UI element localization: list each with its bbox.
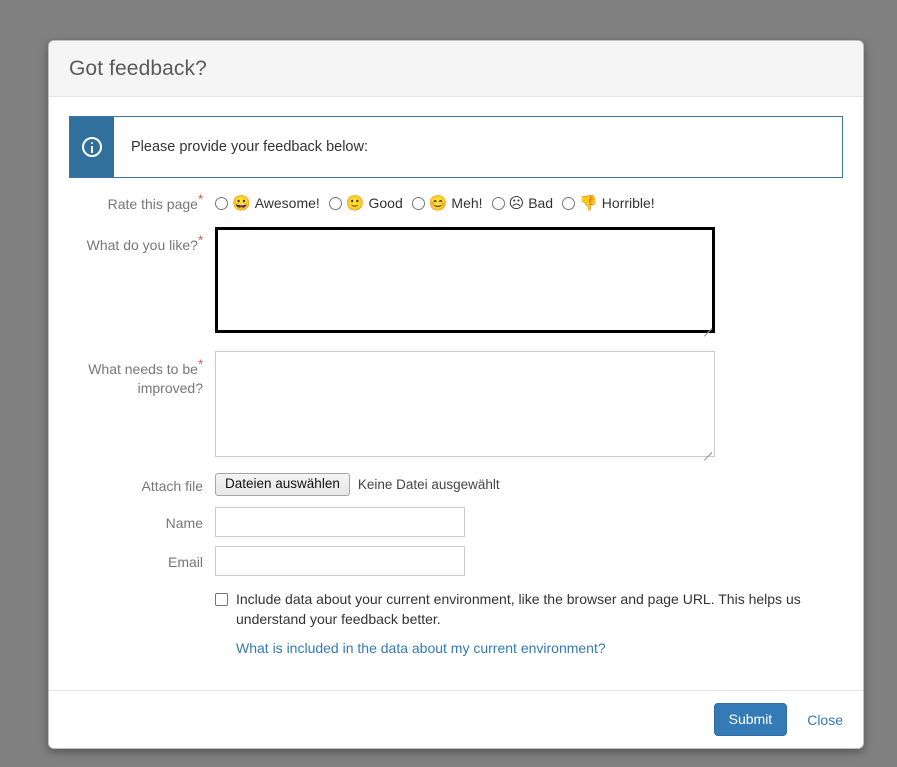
rating-control: 😀 Awesome! 🙂 Good 😊 Meh! (215, 194, 843, 214)
email-control (215, 546, 843, 576)
radio-icon-bad[interactable] (492, 197, 505, 210)
improve-label-line1: What needs to be (88, 361, 198, 377)
environment-spacer-label (69, 589, 215, 656)
environment-row: Include data about your current environm… (69, 589, 843, 656)
info-circle-icon (82, 137, 102, 157)
name-input[interactable] (215, 507, 465, 537)
like-textarea-wrapper (215, 227, 715, 333)
attach-file-row: Attach file Dateien auswählen Keine Date… (69, 473, 843, 496)
name-label: Name (69, 507, 215, 537)
modal-header: Got feedback? (49, 41, 863, 97)
info-alert-icon-container (70, 117, 114, 177)
like-row: What do you like?* (69, 227, 843, 333)
feedback-modal: Got feedback? Please provide your feedba… (48, 40, 864, 749)
info-alert-message: Please provide your feedback below: (114, 117, 368, 177)
like-control (215, 227, 843, 333)
page-title: Got feedback? (69, 56, 207, 81)
file-selection-status: Keine Datei ausgewählt (358, 477, 500, 492)
environment-checkbox-label: Include data about your current environm… (236, 589, 816, 629)
attach-file-control: Dateien auswählen Keine Datei ausgewählt (215, 473, 843, 496)
environment-info-link[interactable]: What is included in the data about my cu… (236, 640, 606, 656)
rating-options-group: 😀 Awesome! 🙂 Good 😊 Meh! (215, 194, 843, 213)
radio-icon-awesome[interactable] (215, 197, 228, 210)
improve-textarea[interactable] (215, 351, 715, 457)
rating-label: Rate this page* (69, 194, 215, 214)
rating-option-meh[interactable]: 😊 Meh! (412, 194, 483, 213)
rating-option-label-horrible: Horrible! (602, 194, 655, 213)
info-alert: Please provide your feedback below: (69, 116, 843, 178)
rating-option-label-bad: Bad (528, 194, 553, 213)
radio-icon-meh[interactable] (412, 197, 425, 210)
thumbs-down-icon: 👎 (579, 196, 598, 211)
choose-files-button[interactable]: Dateien auswählen (215, 473, 350, 496)
improve-label: What needs to be* improved? (69, 351, 215, 457)
rating-option-label-meh: Meh! (451, 194, 482, 213)
rating-option-good[interactable]: 🙂 Good (329, 194, 403, 213)
environment-control: Include data about your current environm… (215, 589, 843, 656)
rating-option-bad[interactable]: ☹ Bad (492, 194, 554, 213)
rating-option-label-awesome: Awesome! (255, 194, 320, 213)
improve-label-line2: improved? (138, 380, 203, 396)
smiling-face-icon: 🙂 (346, 196, 365, 211)
email-label: Email (69, 546, 215, 576)
like-textarea[interactable] (215, 227, 715, 333)
name-row: Name (69, 507, 843, 537)
name-control (215, 507, 843, 537)
rating-option-horrible[interactable]: 👎 Horrible! (562, 194, 655, 213)
email-input[interactable] (215, 546, 465, 576)
slightly-smiling-face-icon: 😊 (429, 196, 448, 211)
like-label-text: What do you like? (87, 237, 198, 253)
improve-required-marker: * (198, 356, 203, 371)
checkbox-icon-environment[interactable] (215, 593, 228, 606)
email-row: Email (69, 546, 843, 576)
submit-button[interactable]: Submit (714, 703, 788, 736)
like-required-marker: * (198, 232, 203, 247)
rating-option-awesome[interactable]: 😀 Awesome! (215, 194, 320, 213)
file-input-line: Dateien auswählen Keine Datei ausgewählt (215, 473, 843, 496)
close-button[interactable]: Close (807, 712, 843, 728)
rating-label-text: Rate this page (108, 196, 198, 212)
improve-control (215, 351, 843, 457)
modal-footer: Submit Close (49, 690, 863, 748)
rating-required-marker: * (198, 191, 203, 206)
environment-checkbox-row[interactable]: Include data about your current environm… (215, 589, 843, 629)
environment-link-row: What is included in the data about my cu… (215, 640, 843, 656)
like-label: What do you like?* (69, 227, 215, 333)
frowning-face-icon: ☹ (509, 196, 525, 211)
rating-option-label-good: Good (368, 194, 402, 213)
improve-textarea-wrapper (215, 351, 715, 457)
radio-icon-horrible[interactable] (562, 197, 575, 210)
grinning-face-icon: 😀 (232, 196, 251, 211)
attach-file-label: Attach file (69, 473, 215, 496)
improve-row: What needs to be* improved? (69, 351, 843, 457)
modal-body: Please provide your feedback below: Rate… (49, 97, 863, 690)
rating-row: Rate this page* 😀 Awesome! 🙂 Good (69, 194, 843, 214)
radio-icon-good[interactable] (329, 197, 342, 210)
